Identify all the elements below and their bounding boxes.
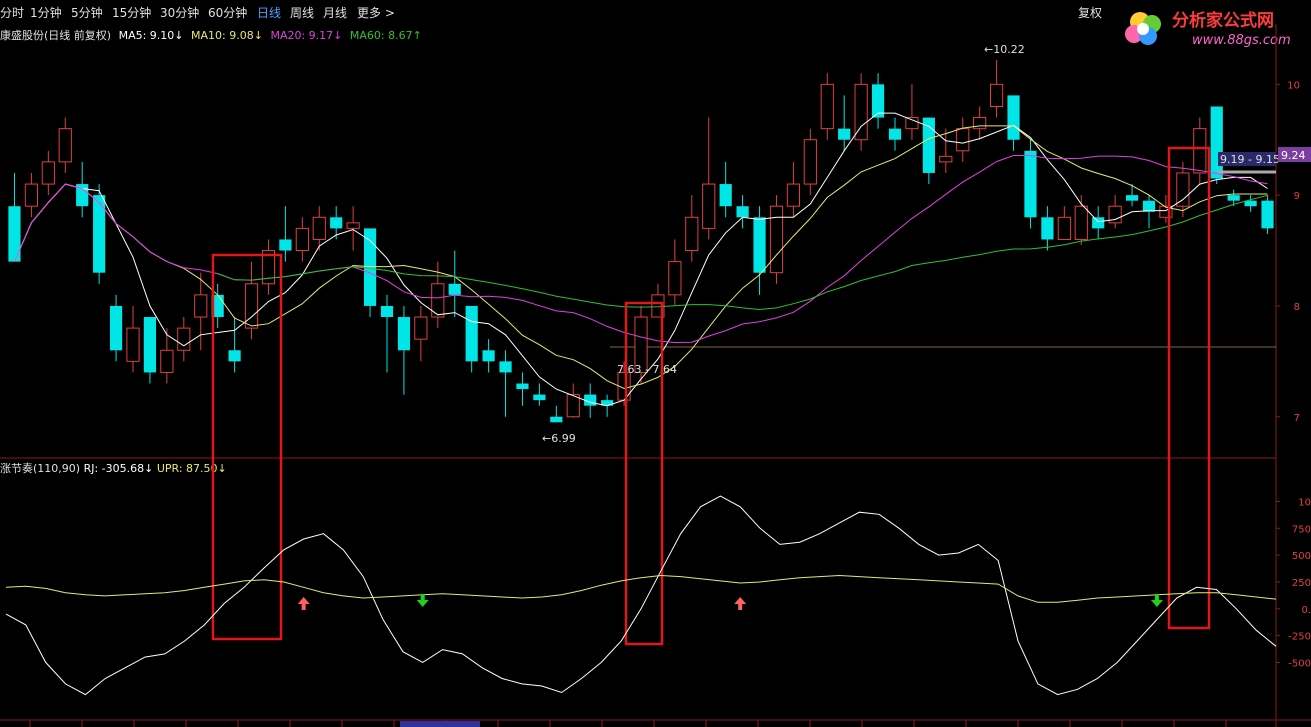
candle-body: [465, 305, 478, 362]
candle-body: [1041, 217, 1054, 240]
price-tick-label: 10: [1287, 80, 1300, 91]
upr-line: [5, 574, 1277, 603]
candle-body: [905, 117, 919, 130]
candle-body: [346, 222, 360, 229]
candle-body: [1244, 200, 1257, 207]
candle-body: [854, 83, 868, 141]
candle-body: [8, 206, 21, 262]
candle-body: [1057, 216, 1071, 240]
candle-body: [1261, 200, 1274, 229]
indicator-tick-label: 250: [1292, 578, 1311, 589]
candle-body: [719, 184, 732, 207]
candle-body: [584, 394, 597, 406]
price-tick-label: 7: [1294, 413, 1300, 424]
candle-body: [1176, 172, 1190, 207]
candle-body: [448, 283, 461, 295]
candle-body: [753, 217, 766, 273]
buy-arrow-icon: [297, 597, 310, 610]
candle-body: [990, 83, 1004, 107]
price-tick-label: 8: [1294, 302, 1300, 313]
candle-body: [194, 294, 208, 318]
candle-body: [1142, 200, 1156, 212]
candle-body: [93, 195, 106, 273]
time-cursor-label: [400, 721, 480, 727]
indicator-tick-label: -500: [1288, 658, 1311, 669]
indicator-tick-label: -250: [1288, 632, 1311, 643]
candle-body: [803, 139, 817, 185]
kline-chart[interactable]: 10987←10.22←6.997.63 - 7.649.19 - 9.15 9.…: [0, 0, 1311, 727]
candle-body: [1074, 205, 1088, 240]
candle-body: [1092, 217, 1105, 229]
candle-body: [786, 183, 800, 207]
candle-body: [1007, 95, 1020, 140]
candle-body: [973, 117, 987, 130]
sell-arrow-icon: [1150, 594, 1163, 607]
candle-body: [1227, 195, 1240, 201]
candle-body: [685, 216, 699, 252]
candle-body: [24, 183, 38, 207]
candle-body: [939, 155, 953, 163]
low-annotation: ←6.99: [542, 432, 576, 445]
candle-body: [499, 361, 512, 373]
candle-body: [143, 317, 157, 373]
indicator-tick-label: 10: [1298, 497, 1311, 508]
high-annotation: ←10.22: [984, 43, 1025, 56]
candle-body: [1210, 106, 1223, 179]
price-tick-label: 9: [1294, 191, 1300, 202]
candle-body: [177, 327, 191, 351]
indicator-tick-label: 0.: [1301, 605, 1311, 616]
candle-body: [397, 317, 411, 351]
candle-body: [160, 349, 174, 373]
current-price-label: 9.24: [1281, 149, 1306, 162]
candle-body: [956, 128, 970, 152]
candle-body: [414, 316, 428, 340]
candle-body: [888, 128, 902, 140]
candle-body: [769, 205, 784, 274]
rj-line: [5, 495, 1277, 696]
range-annotation-right: 9.19 - 9.15: [1220, 153, 1280, 166]
candle-body: [702, 183, 716, 229]
candle-body: [736, 206, 749, 218]
candle-body: [871, 84, 885, 118]
candle-body: [820, 83, 834, 130]
candle-body: [1125, 195, 1139, 201]
candle-body: [1193, 128, 1207, 174]
candle-body: [330, 217, 343, 229]
candle-body: [1024, 150, 1037, 218]
candle-body: [41, 161, 55, 185]
candle-body: [668, 261, 682, 296]
candle-body: [533, 394, 546, 401]
candle-body: [109, 305, 123, 351]
candle-body: [126, 327, 140, 362]
candle-body: [228, 350, 241, 362]
candle-body: [550, 416, 563, 423]
candle-body: [244, 283, 259, 329]
sell-arrow-icon: [416, 594, 429, 607]
buy-arrow-icon: [734, 597, 747, 610]
candle-body: [295, 227, 309, 252]
candle-body: [482, 350, 495, 362]
indicator-tick-label: 750: [1292, 524, 1311, 535]
candle-body: [516, 383, 529, 390]
candle-body: [312, 216, 326, 240]
candle-body: [566, 394, 580, 418]
candle-body: [380, 305, 394, 318]
candle-body: [58, 128, 72, 163]
candle-body: [838, 128, 851, 140]
indicator-tick-label: 500: [1292, 551, 1311, 562]
candle-body: [279, 239, 292, 251]
